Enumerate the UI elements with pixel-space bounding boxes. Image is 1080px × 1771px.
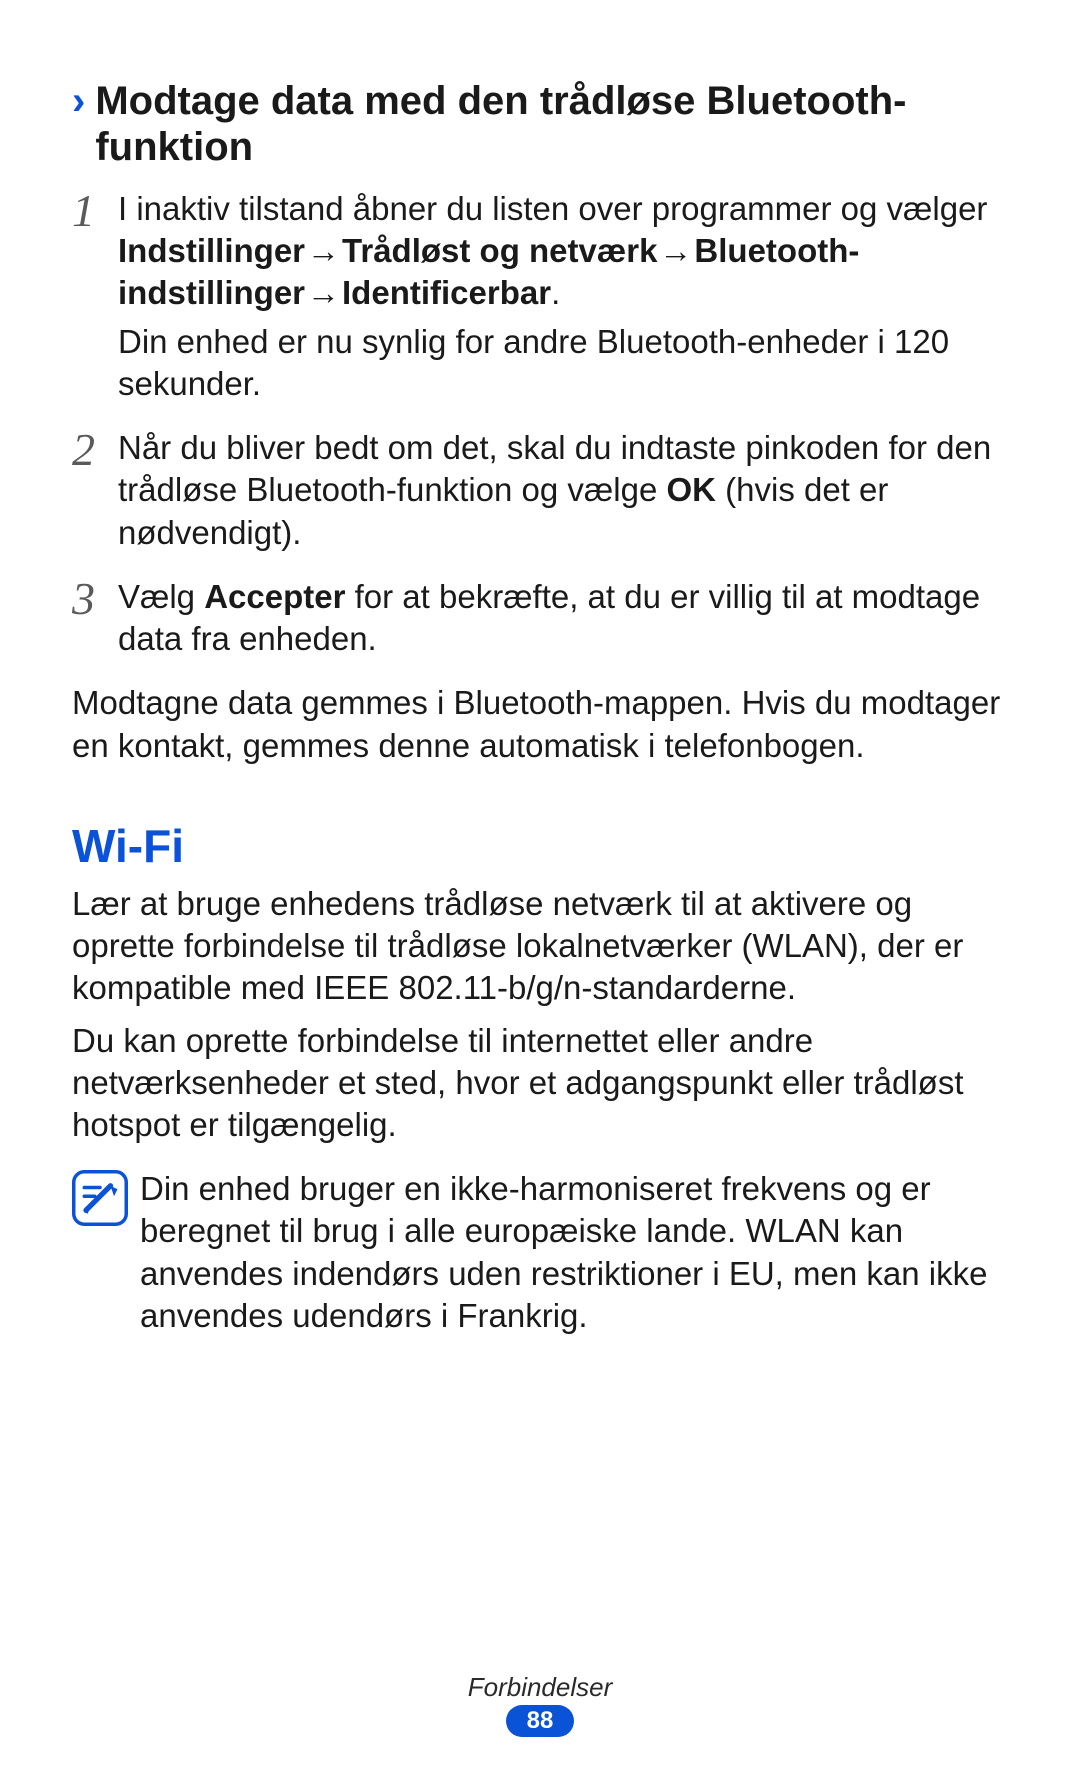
wifi-para-2: Du kan oprette forbindelse til internett… (72, 1020, 1008, 1147)
step-list: 1 I inaktiv tilstand åbner du listen ove… (72, 188, 1008, 664)
section-heading-text: Modtage data med den trådløse Bluetooth-… (95, 78, 1008, 170)
step-body: I inaktiv tilstand åbner du listen over … (118, 188, 1008, 409)
note-icon (72, 1170, 128, 1226)
step-1-sub: Din enhed er nu synlig for andre Bluetoo… (118, 321, 1008, 405)
step-3-text: Vælg Accepter for at bekræfte, at du er … (118, 576, 1008, 660)
step-2-text: Når du bliver bedt om det, skal du indta… (118, 427, 1008, 554)
step-3: 3 Vælg Accepter for at bekræfte, at du e… (72, 576, 1008, 664)
chevron-right-icon: › (72, 78, 85, 124)
section-heading-bluetooth: › Modtage data med den trådløse Bluetoot… (72, 78, 1008, 170)
page-footer: Forbindelser 88 (0, 1672, 1080, 1737)
step-number: 2 (72, 427, 118, 473)
info-note: Din enhed bruger en ikke-harmoniseret fr… (72, 1168, 1008, 1337)
step-2: 2 Når du bliver bedt om det, skal du ind… (72, 427, 1008, 558)
manual-page: › Modtage data med den trådløse Bluetoot… (0, 0, 1080, 1771)
page-number-badge: 88 (506, 1705, 574, 1737)
step-1: 1 I inaktiv tilstand åbner du listen ove… (72, 188, 1008, 409)
section-heading-wifi: Wi-Fi (72, 819, 1008, 873)
step-body: Vælg Accepter for at bekræfte, at du er … (118, 576, 1008, 664)
section1-closing: Modtagne data gemmes i Bluetooth-mappen.… (72, 682, 1008, 766)
step-1-text: I inaktiv tilstand åbner du listen over … (118, 188, 1008, 315)
step-number: 1 (72, 188, 118, 234)
note-text: Din enhed bruger en ikke-harmoniseret fr… (140, 1168, 1008, 1337)
wifi-para-1: Lær at bruge enhedens trådløse netværk t… (72, 883, 1008, 1010)
step-number: 3 (72, 576, 118, 622)
footer-section-label: Forbindelser (0, 1672, 1080, 1703)
step-body: Når du bliver bedt om det, skal du indta… (118, 427, 1008, 558)
